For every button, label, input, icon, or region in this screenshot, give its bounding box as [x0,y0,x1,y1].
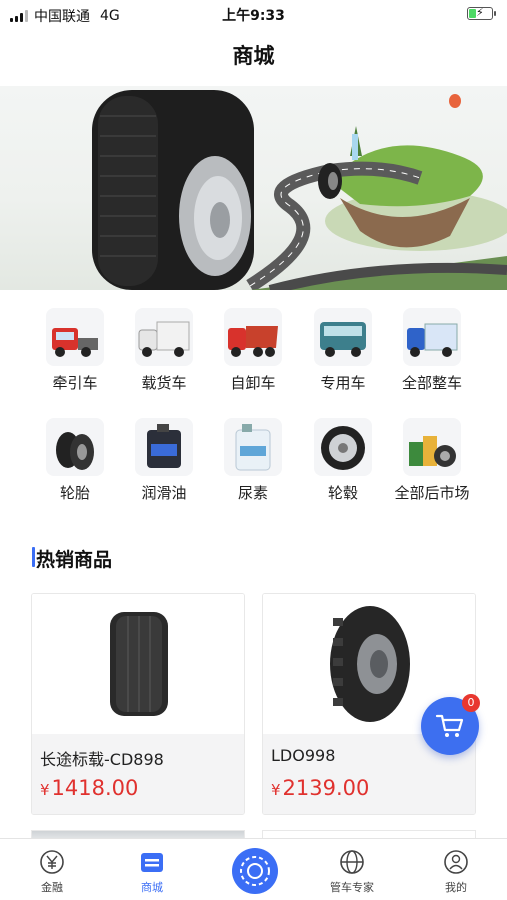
price-value: 1418.00 [51,776,139,800]
category-tractor[interactable]: 牵引车 [30,308,120,393]
category-all-trucks[interactable]: 全部整车 [387,308,477,393]
wheel-hub-icon [314,418,372,476]
section-accent-bar [32,547,35,567]
page-title: 商城 [232,44,275,68]
tab-label: 金融 [41,881,63,894]
status-time: 上午9:33 [222,8,285,24]
status-bar: 中国联通 4G 上午9:33 ⚡ [0,0,507,28]
tab-finance[interactable]: 金融 [12,839,92,900]
category-label: 载货车 [141,374,187,392]
center-logo-icon [240,856,270,886]
dump-truck-icon [224,308,282,366]
category-label: 全部整车 [401,374,462,392]
category-cargo[interactable]: 载货车 [119,308,209,393]
aftermarket-icon [403,418,461,476]
category-special[interactable]: 专用车 [298,308,388,393]
promo-banner[interactable] [0,86,507,290]
currency-symbol: ¥ [40,781,50,799]
product-price: ¥1418.00 [40,776,138,800]
price-value: 2139.00 [282,776,370,800]
tab-center-home[interactable] [232,848,278,894]
tab-shop[interactable]: 商城 [112,839,192,900]
tab-label: 我的 [445,881,467,894]
tab-mine[interactable]: 我的 [416,839,496,900]
product-name: LDO998 [271,746,336,765]
urea-icon [224,418,282,476]
tab-label: 管车专家 [330,881,374,894]
user-icon [442,848,470,876]
product-price: ¥2139.00 [271,776,369,800]
category-label: 自卸车 [230,374,276,392]
tab-label: 商城 [141,881,163,894]
product-name: 长途标载-CD898 [40,750,164,769]
cart-icon [435,714,464,737]
category-label: 润滑油 [141,484,187,502]
product-card[interactable]: 长途标载-CD898 ¥1418.00 [31,593,245,815]
cargo-truck-icon [135,308,193,366]
hot-section-title: 热销商品 [36,549,113,571]
category-dump[interactable]: 自卸车 [208,308,298,393]
product-image [32,594,244,734]
shop-icon [138,848,166,876]
banner-illustration [92,90,507,290]
category-label: 轮毂 [327,484,358,502]
category-urea[interactable]: 尿素 [208,418,298,503]
globe-icon [338,848,366,876]
category-label: 轮胎 [59,484,90,502]
category-tire[interactable]: 轮胎 [30,418,120,503]
category-aftermarket[interactable]: 全部后市场 [387,418,477,503]
lubricant-icon [135,418,193,476]
category-label: 全部后市场 [394,484,470,502]
yen-icon [38,848,66,876]
category-label: 尿素 [237,484,268,502]
category-label: 专用车 [320,374,366,392]
cart-badge: 0 [462,694,480,712]
tire-icon [46,418,104,476]
category-lubricant[interactable]: 润滑油 [119,418,209,503]
category-label: 牵引车 [52,374,98,392]
currency-symbol: ¥ [271,781,281,799]
product-info: 长途标载-CD898 ¥1418.00 [32,734,244,814]
special-truck-icon [314,308,372,366]
charging-icon: ⚡ [476,6,484,19]
category-wheel-hub[interactable]: 轮毂 [298,418,388,503]
battery-icon: ⚡ [467,6,496,20]
tab-fleet-expert[interactable]: 管车专家 [312,839,392,900]
battery-level [469,9,476,18]
all-trucks-icon [403,308,461,366]
tractor-truck-icon [46,308,104,366]
